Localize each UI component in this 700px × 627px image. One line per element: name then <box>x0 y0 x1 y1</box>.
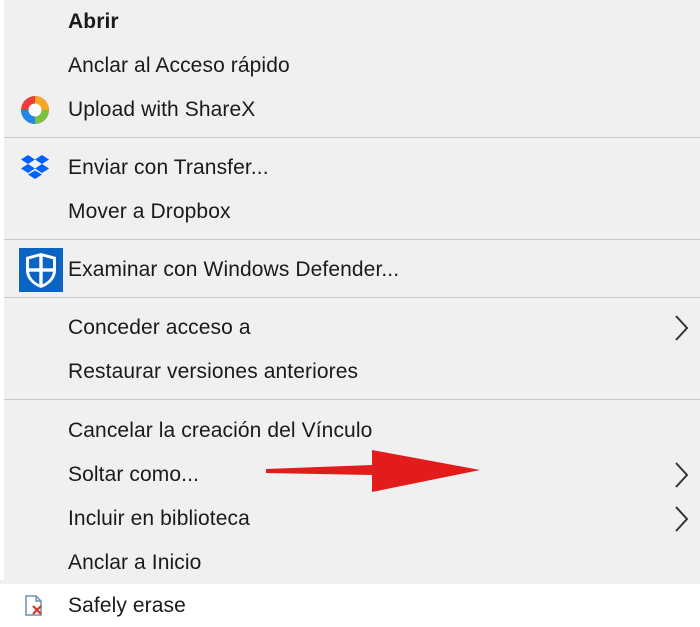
menu-item-label: Conceder acceso a <box>68 316 251 339</box>
menu-item-windows-defender[interactable]: Examinar con Windows Defender... <box>0 248 700 292</box>
windows-defender-shield-icon <box>19 248 63 292</box>
menu-item-upload-sharex[interactable]: Upload with ShareX <box>0 88 700 132</box>
chevron-right-icon <box>674 314 690 342</box>
menu-item-incluir-biblioteca[interactable]: Incluir en biblioteca <box>0 497 700 541</box>
menu-item-label: Anclar a Inicio <box>68 551 202 574</box>
menu-separator <box>4 239 700 240</box>
menu-item-safely-erase[interactable]: Safely erase <box>0 584 700 627</box>
red-arrow-icon <box>266 450 480 492</box>
menu-item-label: Abrir <box>68 10 119 33</box>
menu-item-conceder-acceso[interactable]: Conceder acceso a <box>0 306 700 350</box>
menu-item-label: Anclar al Acceso rápido <box>68 54 290 77</box>
menu-item-label: Cancelar la creación del Vínculo <box>68 419 373 442</box>
menu-item-label: Safely erase <box>68 593 186 617</box>
safely-erase-icon <box>22 594 46 618</box>
menu-separator <box>4 297 700 298</box>
menu-item-label: Enviar con Transfer... <box>68 156 269 179</box>
menu-item-mover-dropbox[interactable]: Mover a Dropbox <box>0 190 700 234</box>
menu-item-restaurar-versiones[interactable]: Restaurar versiones anteriores <box>0 350 700 394</box>
menu-item-label: Upload with ShareX <box>68 98 256 121</box>
menu-separator <box>4 137 700 138</box>
menu-item-label: Incluir en biblioteca <box>68 507 250 530</box>
context-menu: Abrir Anclar al Acceso rápido Upload wit… <box>0 0 700 627</box>
sharex-icon <box>19 94 51 126</box>
menu-item-anclar-inicio[interactable]: Anclar a Inicio <box>0 541 700 585</box>
menu-separator <box>4 399 700 400</box>
menu-item-anclar-acceso-rapido[interactable]: Anclar al Acceso rápido <box>0 44 700 88</box>
menu-item-abrir[interactable]: Abrir <box>0 0 700 44</box>
chevron-right-icon <box>674 461 690 489</box>
menu-item-label: Restaurar versiones anteriores <box>68 360 359 383</box>
menu-item-label: Mover a Dropbox <box>68 200 231 223</box>
dropbox-icon <box>19 152 51 184</box>
menu-item-cancelar-vinculo[interactable]: Cancelar la creación del Vínculo <box>0 409 700 453</box>
chevron-right-icon <box>674 505 690 533</box>
menu-item-label: Soltar como... <box>68 463 199 486</box>
menu-item-label: Examinar con Windows Defender... <box>68 258 400 281</box>
menu-item-enviar-transfer[interactable]: Enviar con Transfer... <box>0 146 700 190</box>
